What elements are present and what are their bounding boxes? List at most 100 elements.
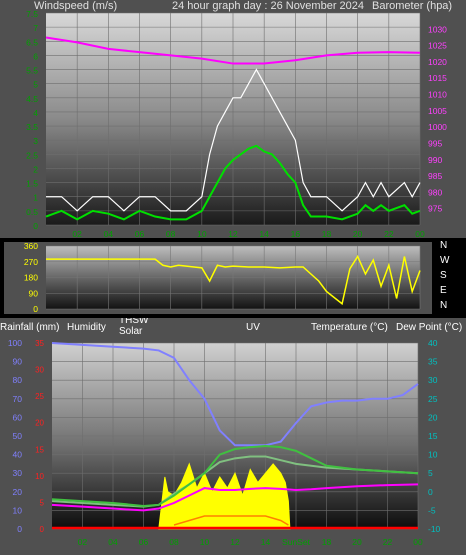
humidity-tick-label: 50 [13, 431, 23, 441]
compass-label: S [440, 270, 447, 281]
windspeed-tick-label: 7 [33, 23, 38, 33]
x-tick-label: 02 [72, 229, 82, 238]
temperature-tick-label: 35 [428, 357, 438, 367]
temperature-tick-label: 10 [428, 450, 438, 460]
windspeed-tick-label: 6 [33, 51, 38, 61]
legend-label: Solar [119, 326, 143, 337]
humidity-tick-label: 100 [8, 338, 22, 348]
humidity-tick-label: 0 [17, 524, 22, 534]
wind-dir-tick-label: 180 [24, 273, 38, 283]
humidity-tick-label: 90 [13, 357, 23, 367]
windspeed-tick-label: 3 [33, 136, 38, 146]
x-tick-label: 06 [135, 229, 145, 238]
temperature-tick-label: -10 [428, 524, 441, 534]
temperature-tick-label: -5 [428, 505, 436, 515]
wind-barometer-chart: 00.511.522.533.544.555.566.577.5 9759809… [0, 0, 466, 238]
x-tick-label: 04 [104, 229, 114, 238]
temperature-tick-label: 5 [428, 468, 433, 478]
x-tick-label: 02 [78, 537, 88, 547]
windspeed-tick-label: 4 [33, 108, 38, 118]
temperature-tick-label: 30 [428, 375, 438, 385]
rainfall-tick-label: 35 [35, 339, 44, 348]
windspeed-tick-label: 1 [33, 193, 38, 203]
humidity-tick-label: 80 [13, 375, 23, 385]
x-tick-label: 22 [384, 229, 394, 238]
barometer-tick-label: 995 [428, 138, 442, 148]
windspeed-tick-label: 5.5 [26, 66, 38, 76]
windspeed-tick-label: 6.5 [26, 37, 38, 47]
windspeed-tick-label: 0.5 [26, 207, 38, 217]
x-tick-label: 12 [228, 229, 238, 238]
humidity-tick-label: 40 [13, 450, 23, 460]
humidity-tick-label: 70 [13, 394, 23, 404]
windspeed-tick-label: 0 [33, 221, 38, 231]
x-tick-label: 00 [413, 537, 423, 547]
barometer-tick-label: 1015 [428, 73, 447, 83]
x-tick-label: 14 [261, 537, 271, 547]
temperature-tick-label: 20 [428, 412, 438, 422]
barometer-tick-label: 985 [428, 171, 442, 181]
x-tick-label: 18 [322, 537, 332, 547]
legend-label: Temperature (°C) [311, 322, 388, 333]
compass-label: W [440, 255, 450, 266]
x-tick-label: 16 [291, 229, 301, 238]
windspeed-tick-label: 2.5 [26, 150, 38, 160]
legend-label: UV [246, 322, 260, 333]
barometer-tick-label: 980 [428, 187, 442, 197]
wind-dir-tick-label: 360 [24, 241, 38, 251]
x-tick-label: 06 [139, 537, 149, 547]
legend-label: Rainfall (mm) [0, 322, 59, 333]
sunset-label: SunSet [282, 537, 311, 547]
rainfall-tick-label: 25 [35, 392, 44, 401]
windspeed-tick-label: 3.5 [26, 122, 38, 132]
barometer-tick-label: 1030 [428, 24, 447, 34]
windspeed-tick-label: 4.5 [26, 94, 38, 104]
windspeed-axis-label: Windspeed (m/s) [34, 0, 117, 12]
temperature-tick-label: 25 [428, 394, 438, 404]
wind-dir-tick-label: 0 [33, 304, 38, 314]
x-tick-label: 22 [383, 537, 393, 547]
x-tick-label: 08 [166, 229, 176, 238]
compass-label: N [440, 300, 447, 311]
barometer-tick-label: 1020 [428, 57, 447, 67]
windspeed-tick-label: 1.5 [26, 179, 38, 189]
x-tick-label: 20 [353, 229, 363, 238]
legend-label: Dew Point (°C) [396, 322, 462, 333]
chart-title: 24 hour graph day : 26 November 2024 [172, 0, 364, 12]
legend-label: THSW [119, 318, 149, 326]
temperature-tick-label: 40 [428, 338, 438, 348]
temperature-tick-label: 15 [428, 431, 438, 441]
x-tick-label: 12 [230, 537, 240, 547]
rainfall-tick-label: 5 [40, 498, 45, 507]
rainfall-tick-label: 15 [35, 445, 44, 454]
wind-dir-tick-label: 90 [29, 288, 39, 298]
windspeed-tick-label: 5 [33, 80, 38, 90]
x-tick-label: 04 [108, 537, 118, 547]
wind-dir-tick-label: 270 [24, 257, 38, 267]
x-tick-label: 18 [322, 229, 332, 238]
compass-label: N [440, 240, 447, 251]
wind-direction-chart: 090180270360 NWSEN [0, 238, 466, 318]
barometer-tick-label: 1010 [428, 90, 447, 100]
rainfall-tick-label: 0 [40, 525, 45, 534]
humidity-tick-label: 20 [13, 487, 23, 497]
x-tick-label: 20 [352, 537, 362, 547]
barometer-tick-label: 975 [428, 204, 442, 214]
compass-label: E [440, 285, 447, 296]
barometer-tick-label: 1025 [428, 41, 447, 51]
windspeed-tick-label: 2 [33, 164, 38, 174]
barometer-axis-label: Barometer (hpa) [372, 0, 452, 12]
temperature-tick-label: 0 [428, 487, 433, 497]
barometer-tick-label: 990 [428, 155, 442, 165]
barometer-tick-label: 1000 [428, 122, 447, 132]
x-tick-label: 00 [415, 229, 425, 238]
x-tick-label: 14 [259, 229, 269, 238]
humidity-tick-label: 60 [13, 412, 23, 422]
rainfall-tick-label: 10 [35, 472, 44, 481]
rainfall-tick-label: 20 [35, 419, 44, 428]
barometer-tick-label: 1005 [428, 106, 447, 116]
x-tick-label: 08 [169, 537, 179, 547]
humidity-tick-label: 10 [13, 505, 23, 515]
x-tick-label: 10 [200, 537, 210, 547]
humidity-tick-label: 30 [13, 468, 23, 478]
